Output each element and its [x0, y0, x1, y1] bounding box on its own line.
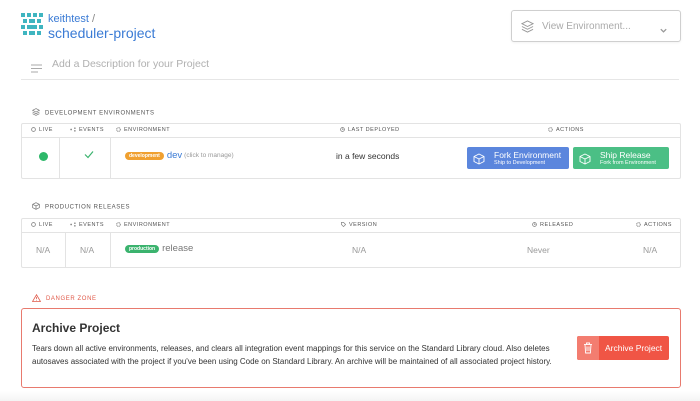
logo-icon[interactable]: [21, 13, 43, 35]
layers-icon: [520, 20, 535, 38]
danger-zone-title-text: DANGER ZONE: [46, 296, 97, 302]
col-environment: ENVIRONMENT: [116, 222, 170, 229]
events-value: N/A: [80, 245, 95, 255]
fork-environment-button[interactable]: Fork Environment Ship to Development: [467, 147, 569, 169]
live-value: N/A: [36, 245, 51, 255]
column-divider: [65, 233, 66, 268]
trash-icon: [584, 342, 592, 354]
tag-icon: [341, 222, 347, 229]
prod-table-header: LIVE EVENTS ENVIRONMENT VERSION RELEASED…: [22, 219, 680, 233]
table-row[interactable]: development dev (click to manage) in a few…: [22, 138, 680, 179]
column-divider: [110, 138, 111, 179]
environment-cell[interactable]: development dev (click to manage): [125, 150, 234, 161]
ship-button-title: Ship Release: [600, 150, 651, 160]
actions-value: N/A: [643, 245, 658, 255]
breadcrumb-owner[interactable]: keithtest /: [48, 13, 155, 25]
fork-button-subtitle: Ship to Development: [494, 160, 546, 166]
gear-icon: [548, 127, 553, 134]
chevron-down-icon: [659, 22, 668, 40]
version-value: N/A: [352, 245, 367, 255]
archive-button-label: Archive Project: [605, 343, 663, 353]
archive-description: Tears down all active environments, rele…: [32, 344, 552, 366]
archive-project-button[interactable]: Archive Project: [577, 336, 669, 360]
col-events: EVENTS: [70, 127, 104, 134]
description-placeholder: Add a Description for your Project: [52, 58, 209, 70]
circle-icon: [31, 222, 36, 229]
environment-select[interactable]: View Environment...: [511, 10, 681, 42]
network-icon: [70, 127, 76, 134]
network-icon: [70, 222, 76, 229]
clock-icon: [340, 127, 345, 134]
owner-link[interactable]: keithtest: [48, 13, 89, 25]
col-live: LIVE: [31, 222, 53, 229]
breadcrumb: keithtest / scheduler-project: [48, 13, 155, 42]
released-value: Never: [527, 245, 550, 255]
danger-zone-panel: Archive Project Tears down all active en…: [21, 308, 681, 388]
column-divider: [59, 138, 60, 179]
warning-icon: [31, 293, 42, 304]
col-actions: ACTIONS: [636, 222, 672, 229]
fork-button-title: Fork Environment: [494, 150, 562, 160]
environment-cell[interactable]: production release: [125, 243, 193, 254]
dev-section-title: DEVELOPMENT ENVIRONMENTS: [31, 108, 155, 118]
gear-icon: [116, 127, 121, 134]
live-status-dot: [39, 152, 48, 161]
ship-button-subtitle: Fork from Environment: [600, 160, 656, 166]
gear-icon: [116, 222, 121, 229]
prod-section-title-text: PRODUCTION RELEASES: [45, 204, 131, 211]
description-lines-icon: [31, 60, 42, 78]
production-badge: production: [125, 244, 160, 253]
dev-section-title-text: DEVELOPMENT ENVIRONMENTS: [45, 110, 155, 117]
cube-icon: [473, 152, 485, 170]
breadcrumb-separator: /: [92, 13, 96, 25]
col-live: LIVE: [31, 127, 53, 134]
column-divider: [110, 233, 111, 268]
danger-zone-title: DANGER ZONE: [31, 293, 97, 304]
ship-release-button[interactable]: Ship Release Fork from Environment: [573, 147, 669, 169]
release-link[interactable]: release: [162, 243, 193, 254]
col-last-deployed: LAST DEPLOYED: [340, 127, 400, 134]
dev-table-header: LIVE EVENTS ENVIRONMENT LAST DEPLOYED AC…: [22, 124, 680, 138]
cube-icon: [579, 152, 591, 170]
col-actions: ACTIONS: [548, 127, 584, 134]
production-releases-table: LIVE EVENTS ENVIRONMENT VERSION RELEASED…: [21, 218, 681, 268]
cube-icon: [32, 202, 40, 212]
col-released: RELEASED: [532, 222, 573, 229]
description-field[interactable]: Add a Description for your Project: [21, 52, 679, 80]
dev-environments-table: LIVE EVENTS ENVIRONMENT LAST DEPLOYED AC…: [21, 123, 681, 179]
trash-icon-box: [577, 336, 599, 360]
page-bottom-edge: [0, 391, 700, 401]
development-badge: development: [125, 151, 164, 160]
manage-hint[interactable]: (click to manage): [184, 152, 234, 159]
gear-icon: [636, 222, 641, 229]
circle-icon: [31, 127, 36, 134]
environment-link[interactable]: dev: [167, 150, 182, 161]
col-environment: ENVIRONMENT: [116, 127, 170, 134]
col-version: VERSION: [341, 222, 377, 229]
last-deployed-value: in a few seconds: [336, 151, 400, 161]
prod-section-title: PRODUCTION RELEASES: [32, 202, 130, 212]
archive-heading: Archive Project: [32, 321, 121, 335]
check-icon: [84, 150, 94, 161]
project-title[interactable]: scheduler-project: [48, 25, 155, 42]
environment-select-placeholder: View Environment...: [542, 21, 631, 32]
layers-icon: [31, 108, 41, 118]
clock-icon: [532, 222, 537, 229]
table-row[interactable]: N/A N/A production release N/A Never N/A: [22, 233, 680, 268]
col-events: EVENTS: [70, 222, 104, 229]
